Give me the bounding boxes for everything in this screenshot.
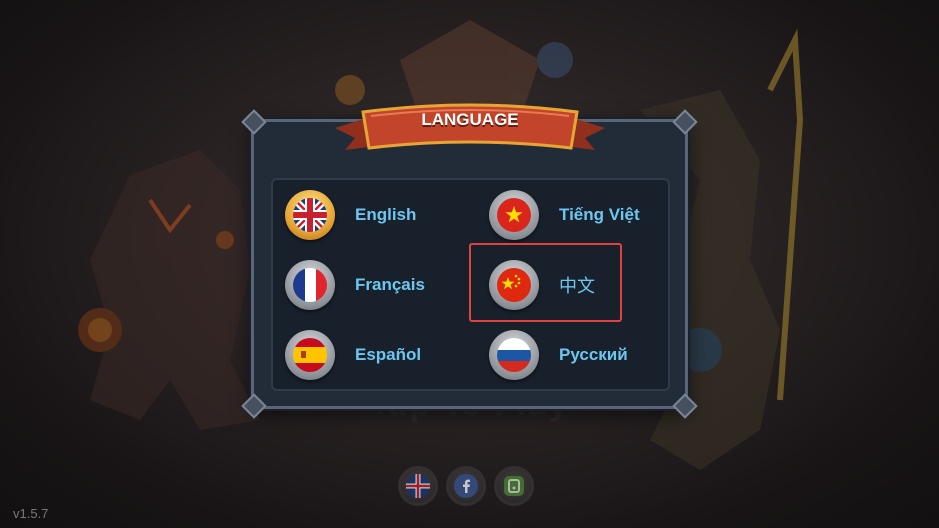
language-option-french[interactable]: Français bbox=[285, 260, 425, 310]
language-label: Русский bbox=[559, 345, 628, 364]
uk-flag-icon bbox=[293, 198, 327, 232]
language-label: Español bbox=[355, 345, 422, 364]
bottom-icon-bar bbox=[398, 466, 534, 506]
uk-flag-icon[interactable] bbox=[398, 466, 438, 506]
dialog-title: LANGUAGE bbox=[421, 110, 519, 129]
facebook-icon[interactable] bbox=[446, 466, 486, 506]
flag-ring bbox=[489, 330, 539, 380]
france-flag-icon bbox=[293, 268, 327, 302]
language-label: Français bbox=[355, 275, 425, 294]
language-label: Tiếng Việt bbox=[559, 205, 640, 224]
highlight-box bbox=[469, 243, 622, 322]
flag-ring bbox=[285, 330, 335, 380]
language-option-russian[interactable]: Русский bbox=[489, 330, 628, 380]
language-option-english[interactable]: English bbox=[285, 190, 416, 240]
flag-ring bbox=[285, 260, 335, 310]
gamepad-icon[interactable] bbox=[494, 466, 534, 506]
language-option-vietnamese[interactable]: Tiếng Việt bbox=[489, 190, 640, 240]
spain-flag-icon bbox=[293, 338, 327, 372]
language-label: English bbox=[355, 205, 417, 224]
game-title-screen[interactable]: Tap To Play v1.5.7 LANGUAGE bbox=[0, 0, 939, 528]
flag-ring bbox=[489, 190, 539, 240]
version-label: v1.5.7 bbox=[13, 506, 49, 521]
language-option-spanish[interactable]: Español bbox=[285, 330, 421, 380]
russia-flag-icon bbox=[497, 338, 531, 372]
selected-flag-ring bbox=[285, 190, 335, 240]
vietnam-flag-icon bbox=[497, 198, 531, 232]
